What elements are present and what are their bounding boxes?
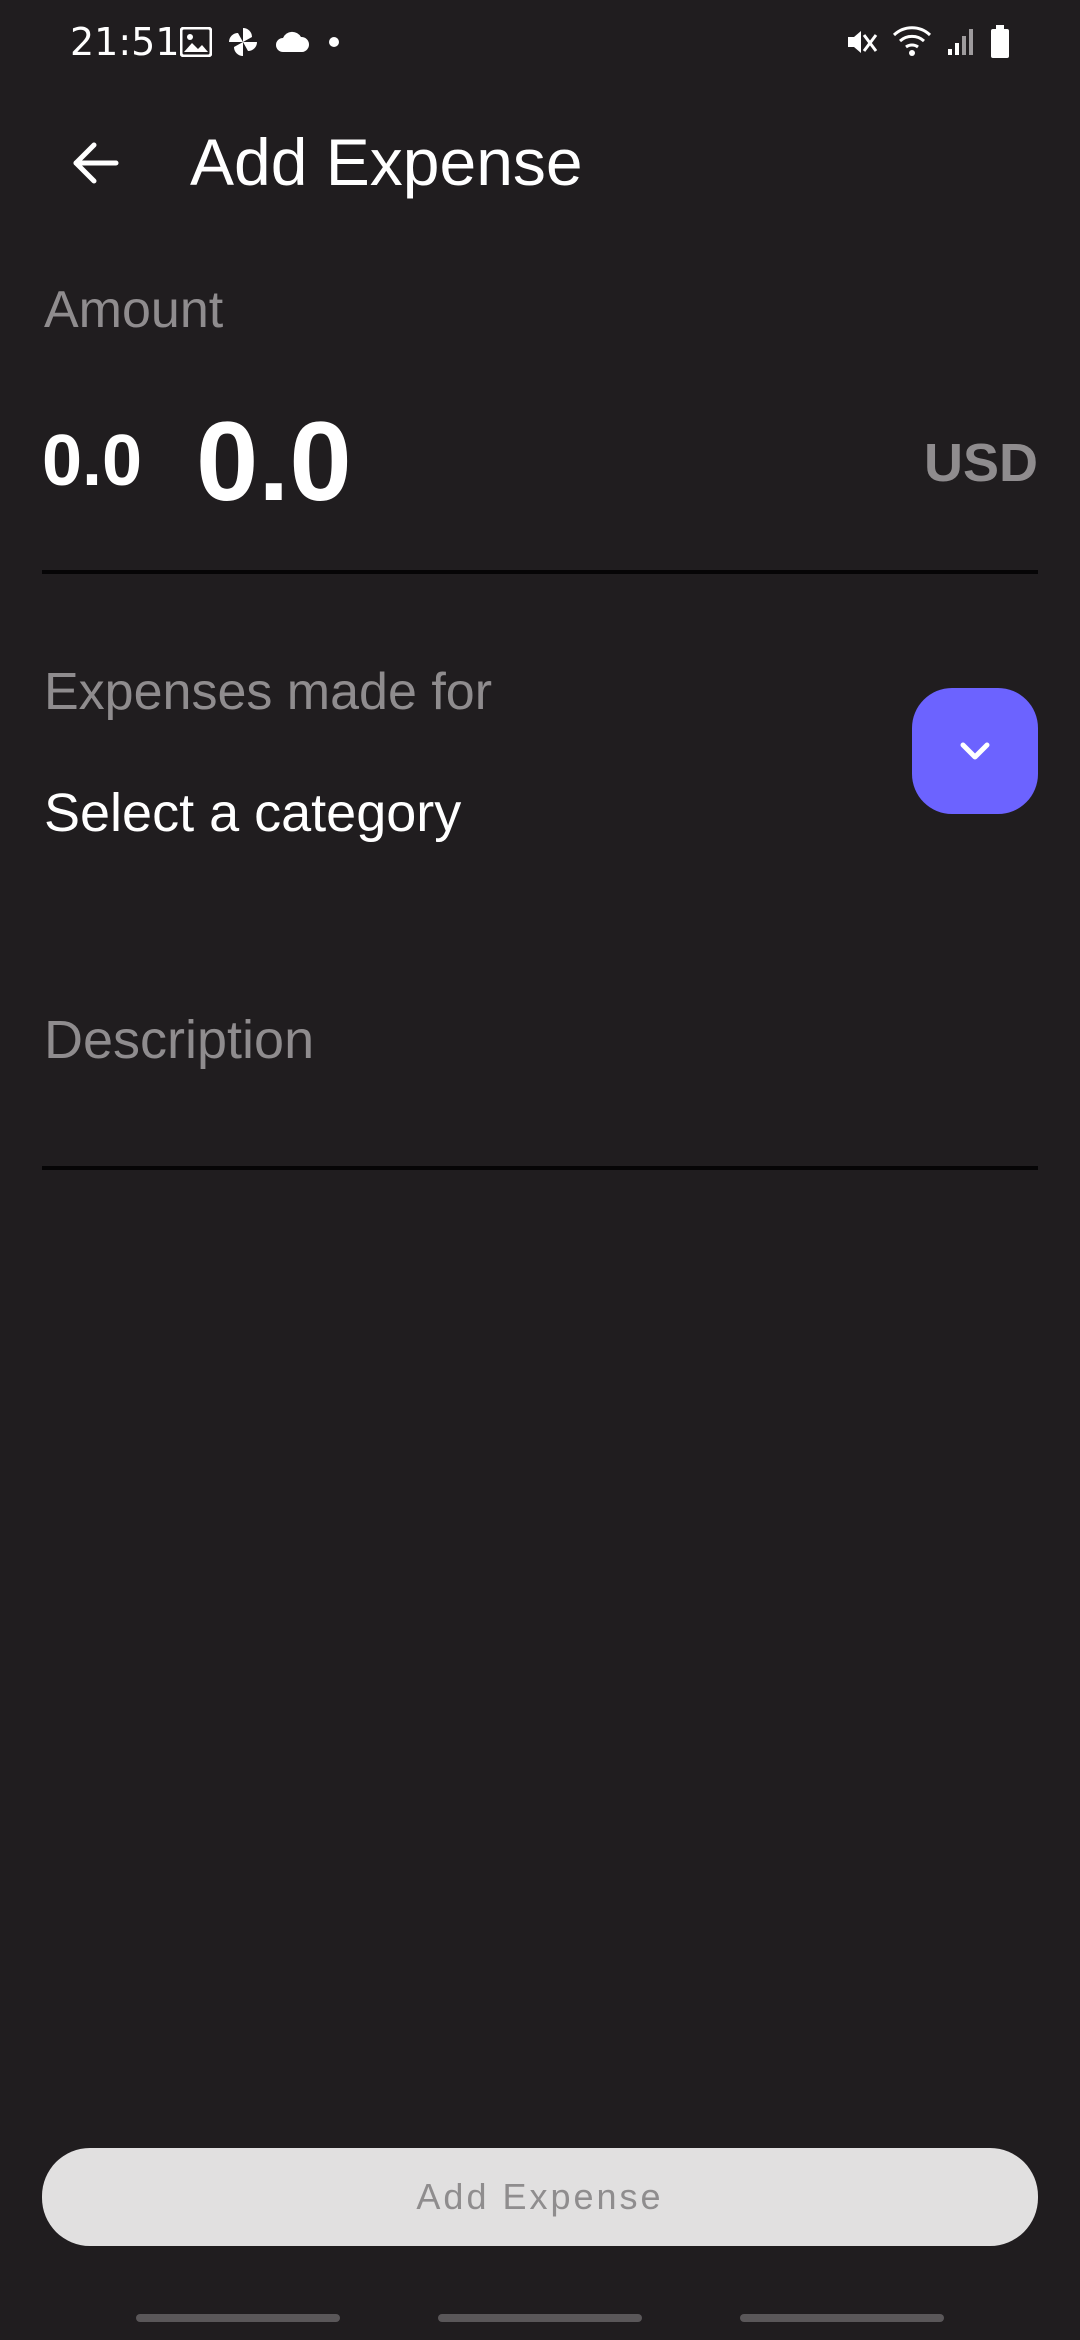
category-dropdown-button[interactable]	[912, 688, 1038, 814]
battery-icon	[991, 25, 1009, 58]
arrow-back-icon	[73, 142, 119, 184]
description-input[interactable]	[44, 930, 1034, 1150]
chevron-down-icon	[960, 742, 990, 760]
currency-label: USD	[923, 433, 1038, 493]
nav-hint-right[interactable]	[740, 2314, 944, 2322]
category-select-value[interactable]: Select a category	[44, 782, 461, 844]
mute-icon	[848, 31, 878, 53]
status-bar: 21:51	[0, 0, 1080, 84]
status-time: 21:51	[70, 20, 180, 64]
amount-field[interactable]: 0.0 0.0 USD	[42, 380, 1038, 574]
amount-label: Amount	[44, 281, 224, 339]
navigation-bar	[0, 2314, 1080, 2322]
top-app-bar: Add Expense	[0, 100, 1080, 220]
description-field	[42, 930, 1038, 1170]
back-button[interactable]	[50, 118, 140, 208]
cloud-icon	[276, 31, 310, 52]
page-title: Add Expense	[190, 125, 583, 199]
add-expense-button[interactable]: Add Expense	[42, 2148, 1038, 2246]
status-right-icons	[844, 22, 1010, 62]
nav-hint-center[interactable]	[438, 2314, 642, 2322]
gallery-icon	[180, 27, 212, 57]
amount-small-value: 0.0	[42, 421, 143, 501]
category-label: Expenses made for	[44, 663, 493, 721]
status-left-icons	[180, 22, 344, 62]
amount-input-value[interactable]: 0.0	[196, 402, 352, 522]
pinwheel-icon	[229, 28, 257, 56]
signal-icon	[948, 29, 973, 55]
wifi-icon	[892, 26, 932, 56]
dot-icon	[329, 37, 339, 47]
nav-hint-left[interactable]	[136, 2314, 340, 2322]
